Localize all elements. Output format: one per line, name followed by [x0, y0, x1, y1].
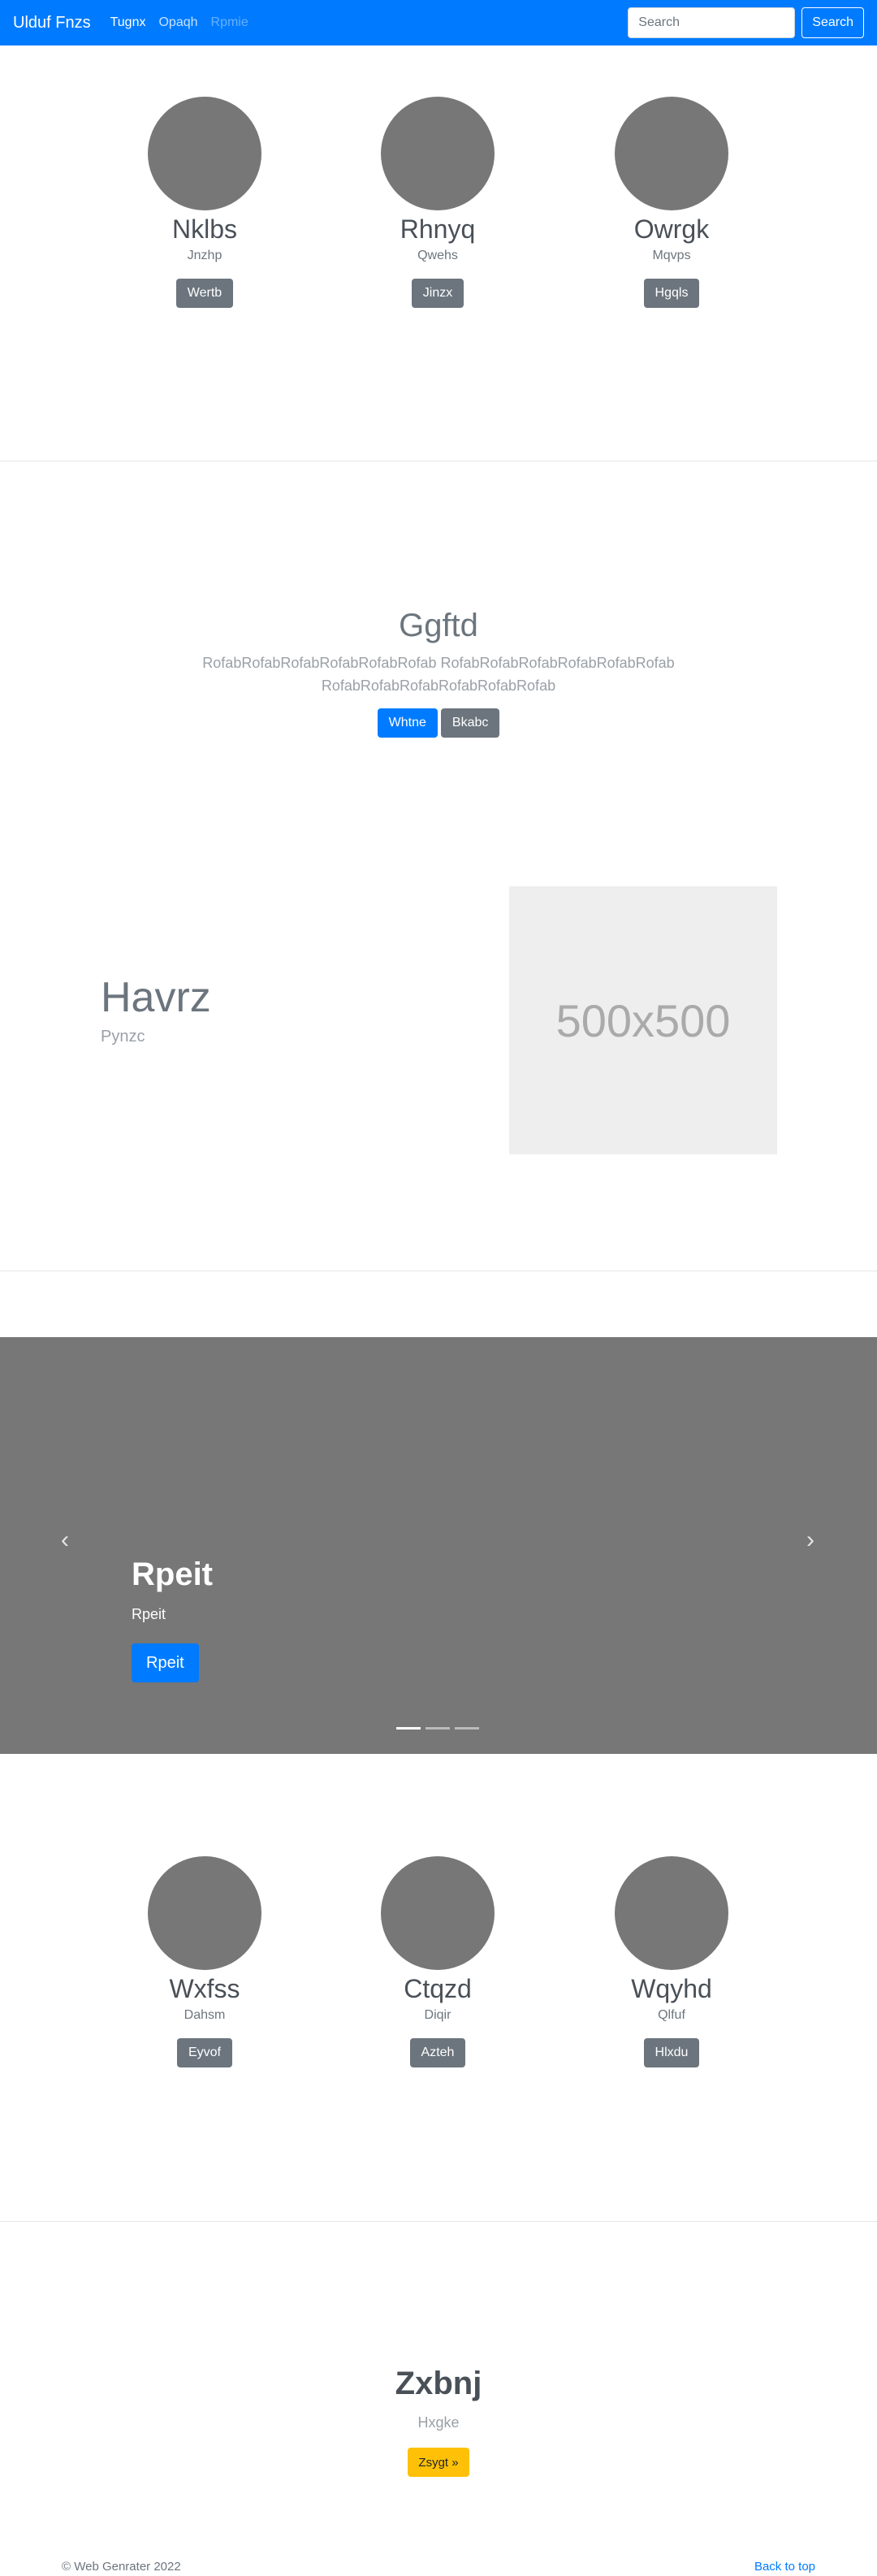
carousel-caption-title: Rpeit [132, 1556, 213, 1592]
carousel-indicator[interactable] [426, 1727, 450, 1730]
footer-copyright: © Web Genrater 2022 [62, 2560, 181, 2574]
feature-title: Havrz [101, 974, 211, 1021]
profile-subtitle: Qlfuf [658, 2008, 685, 2022]
nav-links: Tugnx Opaqh Rpmie [110, 15, 248, 30]
profile-subtitle: Jnzhp [187, 249, 222, 262]
profile-subtitle: Qwehs [417, 249, 458, 262]
carousel-indicator[interactable] [455, 1727, 479, 1730]
profile-name: Ctqzd [404, 1974, 472, 2003]
avatar [381, 1856, 495, 1970]
avatar [148, 97, 261, 210]
avatar [615, 1856, 728, 1970]
profile-name: Rhnyq [400, 214, 476, 244]
hero-secondary-button[interactable]: Bkabc [440, 708, 500, 738]
carousel-caption-button[interactable]: Rpeit [132, 1643, 199, 1682]
profile-subtitle: Dahsm [184, 2008, 226, 2022]
profile-name: Owrgk [633, 214, 710, 244]
profile-card: Wxfss Dahsm Eyvof [123, 1856, 286, 2067]
profile-button[interactable]: Azteh [409, 2038, 466, 2067]
divider [0, 2221, 877, 2222]
hero-title: Ggftd [399, 608, 478, 643]
profile-button[interactable]: Eyvof [176, 2038, 232, 2067]
profile-button[interactable]: Wertb [175, 279, 234, 308]
carousel-indicators [396, 1727, 479, 1730]
profile-card: Nklbs Jnzhp Wertb [123, 97, 286, 308]
profile-subtitle: Diqir [424, 2008, 451, 2022]
avatar [148, 1856, 261, 1970]
chevron-left-icon[interactable]: ‹ [55, 1528, 75, 1552]
jumbotron-button[interactable]: Zsygt » [408, 2448, 469, 2477]
hero-buttons: Whtne Bkabc [0, 708, 877, 738]
profile-name: Nklbs [171, 214, 237, 244]
profile-card: Wqyhd Qlfuf Hlxdu [590, 1856, 753, 2067]
search-form: Search Search [628, 7, 864, 38]
carousel: ‹ › Rpeit Rpeit Rpeit [0, 1337, 877, 1754]
navbar: Ulduf Fnzs Tugnx Opaqh Rpmie Search Sear… [0, 0, 877, 45]
profile-card: Rhnyq Qwehs Jinzx [356, 97, 519, 308]
profile-card: Ctqzd Diqir Azteh [356, 1856, 519, 2067]
carousel-caption-text: Rpeit [132, 1606, 166, 1622]
nav-link-2[interactable]: Opaqh [158, 15, 197, 30]
search-input[interactable]: Search [628, 7, 796, 38]
profile-button[interactable]: Hlxdu [643, 2038, 700, 2067]
carousel-indicator[interactable] [396, 1727, 421, 1730]
hero: Ggftd RofabRofabRofabRofabRofabRofab Rof… [0, 606, 877, 738]
brand[interactable]: Ulduf Fnzs [13, 14, 91, 32]
hero-primary-button[interactable]: Whtne [377, 708, 438, 738]
profile-name: Wqyhd [631, 1974, 712, 2003]
search-button[interactable]: Search [801, 7, 864, 38]
jumbotron-title: Zxbnj [395, 2366, 482, 2401]
feature-subtitle: Pynzc [101, 1028, 145, 1046]
chevron-right-icon[interactable]: › [801, 1528, 820, 1552]
profile-card: Owrgk Mqvps Hgqls [590, 97, 753, 308]
placeholder-image: 500x500 [509, 886, 777, 1154]
profile-subtitle: Mqvps [652, 249, 691, 262]
back-to-top-link[interactable]: Back to top [754, 2560, 815, 2574]
avatar [381, 97, 495, 210]
profile-name: Wxfss [169, 1974, 240, 2003]
nav-link-3[interactable]: Rpmie [211, 15, 248, 30]
jumbotron-subtitle: Hxgke [417, 2414, 460, 2431]
hero-text: RofabRofabRofabRofabRofabRofab RofabRofa… [202, 655, 675, 694]
avatar [615, 97, 728, 210]
nav-link-1[interactable]: Tugnx [110, 15, 146, 30]
profile-button[interactable]: Hgqls [643, 279, 700, 308]
profile-button[interactable]: Jinzx [411, 279, 464, 308]
